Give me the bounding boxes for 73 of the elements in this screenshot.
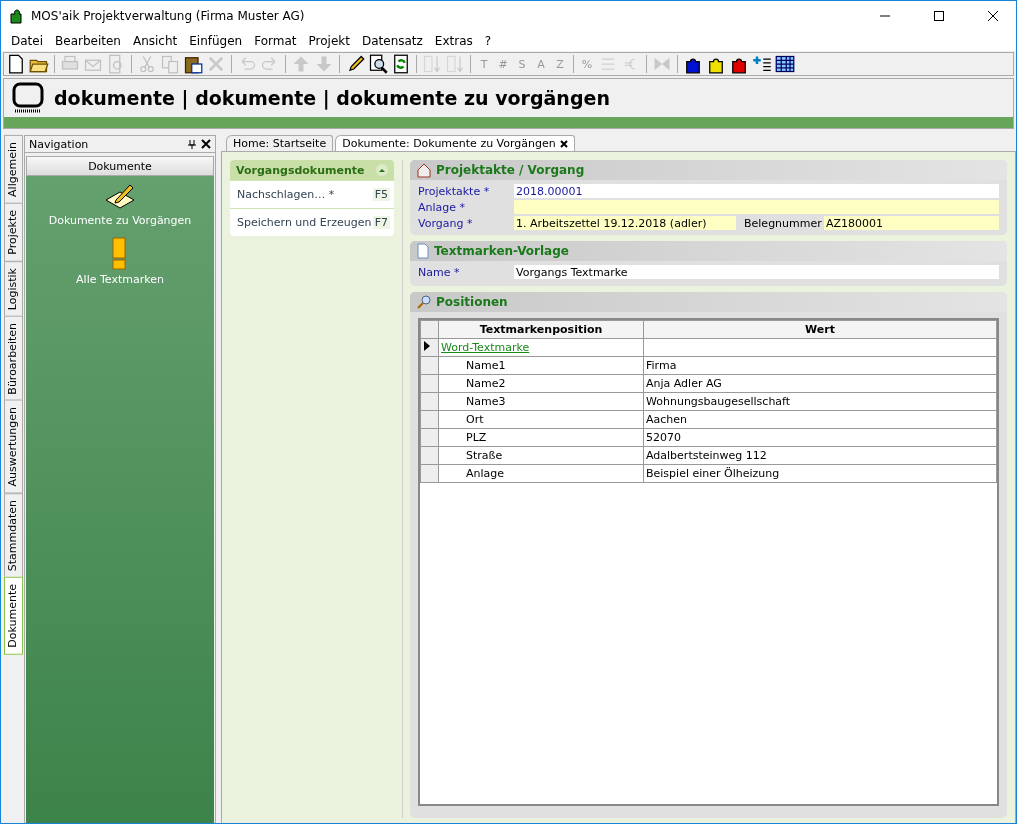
search-icon[interactable] <box>368 54 388 74</box>
collapse-icon[interactable] <box>376 164 388 176</box>
table-cell: Anlage <box>438 464 644 483</box>
input-field[interactable]: Vorgangs Textmarke <box>514 265 999 279</box>
column-header[interactable]: Textmarkenposition <box>438 320 644 339</box>
close-icon[interactable] <box>200 139 212 149</box>
field-label: Vorgang * <box>418 216 474 230</box>
side-tab[interactable]: Dokumente <box>4 577 23 655</box>
table-cell: PLZ <box>438 428 644 447</box>
menu-item[interactable]: Ansicht <box>126 34 184 48</box>
grid-icon[interactable] <box>775 54 795 74</box>
table-cell: Name1 <box>438 356 644 375</box>
input-field[interactable]: 1. Arbeitszettel 19.12.2018 (adler) <box>514 216 736 230</box>
table-cell: 52070 <box>643 428 997 447</box>
add-list-icon[interactable] <box>752 54 772 74</box>
field-label: Name * <box>418 265 461 279</box>
table-cell: Aachen <box>643 410 997 429</box>
section-title: Projektakte / Vorgang <box>436 163 585 177</box>
menu-item[interactable]: Format <box>248 34 303 48</box>
close-icon[interactable] <box>559 139 568 148</box>
table-cell: Adalbertsteinweg 112 <box>643 446 997 465</box>
magnifier-icon <box>416 294 432 310</box>
shortcut-key: F5 <box>372 188 390 201</box>
document-icon <box>416 243 430 259</box>
panel-title: Navigation <box>29 137 90 151</box>
side-tab[interactable]: Auswertungen <box>4 400 23 494</box>
maximize-icon[interactable] <box>934 11 944 21</box>
field-label: Anlage * <box>418 200 467 214</box>
input-field[interactable] <box>514 200 999 214</box>
table-cell: Anja Adler AG <box>643 374 997 393</box>
input-field[interactable]: 2018.00001 <box>514 184 999 198</box>
table-cell: Firma <box>643 356 997 375</box>
menu-item[interactable]: Bearbeiten <box>49 34 127 48</box>
input-field[interactable]: AZ180001 <box>824 216 999 230</box>
app-icon <box>9 8 23 24</box>
table-cell: Beispiel einer Ölheizung <box>643 464 997 483</box>
refresh-icon[interactable] <box>391 54 411 74</box>
field-label: Projektakte * <box>418 184 491 198</box>
monitor-icon <box>12 82 44 114</box>
clipboard-icon[interactable] <box>183 54 203 74</box>
house-icon <box>416 162 432 178</box>
pane-title: Vorgangsdokumente <box>236 163 366 177</box>
shortcut-key: F7 <box>372 216 390 229</box>
table-cell: Straße <box>438 446 644 465</box>
table-cell: Wohnungsbaugesellschaft <box>643 392 997 411</box>
menu-item[interactable]: Einfügen <box>183 34 249 48</box>
menu-item[interactable]: Datensatz <box>355 34 429 48</box>
table-cell: Name3 <box>438 392 644 411</box>
side-tab[interactable]: Stammdaten <box>4 493 23 579</box>
task-link[interactable]: Speichern und Erzeugen <box>237 216 373 229</box>
close-icon[interactable] <box>988 11 998 21</box>
side-tab[interactable]: Büroarbeiten <box>4 315 23 402</box>
side-tab[interactable]: Allgemein <box>4 135 23 204</box>
document-tab[interactable]: Dokumente: Dokumente zu Vorgängen <box>335 135 575 151</box>
side-tab[interactable]: Logistik <box>4 260 23 317</box>
section-header[interactable]: Dokumente <box>26 156 214 176</box>
column-header[interactable]: Wert <box>643 320 997 339</box>
side-tab[interactable]: Projekte <box>4 202 23 262</box>
window-title: MOS'aik Projektverwaltung (Firma Muster AG) <box>31 9 306 23</box>
menu-item[interactable]: Extras <box>428 34 479 48</box>
field-label: Belegnummer <box>743 216 823 230</box>
menu-item[interactable]: ? <box>478 34 498 48</box>
document-tab[interactable]: Home: Startseite <box>226 135 334 151</box>
pin-icon[interactable] <box>187 139 197 149</box>
section-title: Textmarken-Vorlage <box>434 244 569 258</box>
menu-item[interactable]: Datei <box>5 34 49 48</box>
new-file-icon[interactable] <box>6 54 26 74</box>
menu-item[interactable]: Projekt <box>302 34 356 48</box>
task-link[interactable]: Nachschlagen… * <box>237 188 373 201</box>
section-title: Positionen <box>436 295 508 309</box>
table-cell: Name2 <box>438 374 644 393</box>
table-cell: Ort <box>438 410 644 429</box>
page-title: dokumente | dokumente | dokumente zu vorgängen <box>54 87 610 109</box>
